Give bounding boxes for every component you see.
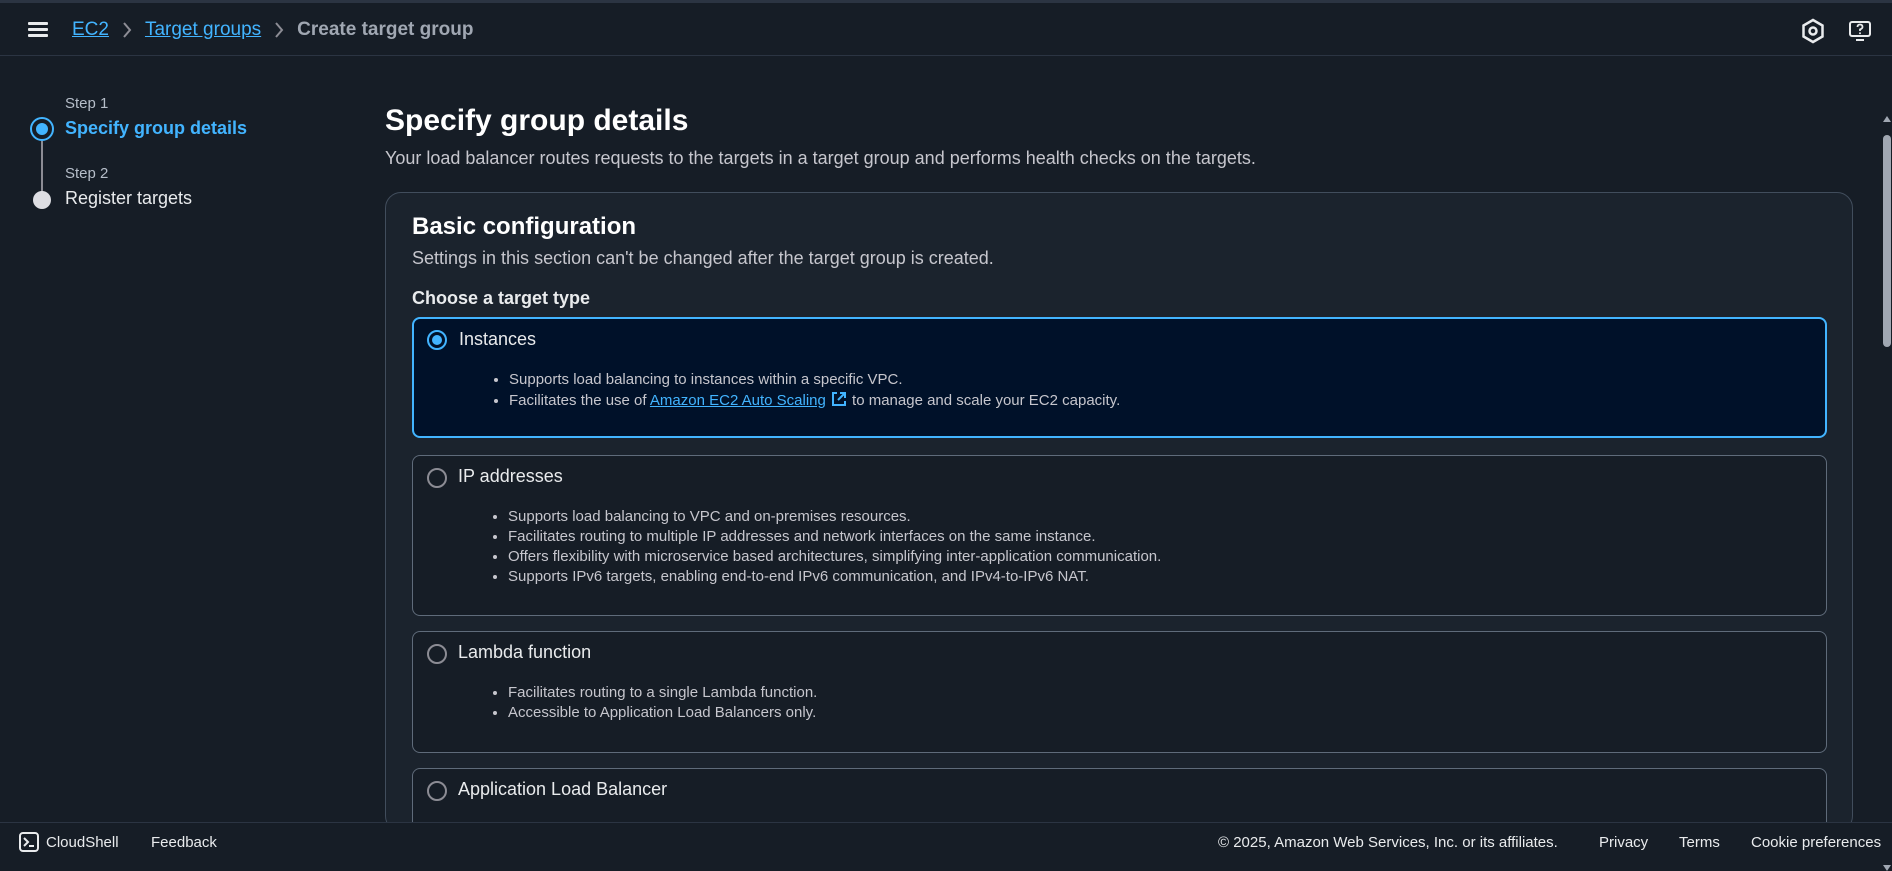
- terms-link[interactable]: Terms: [1679, 834, 1720, 851]
- radio-instances[interactable]: [427, 330, 447, 350]
- tile-title: Lambda function: [458, 642, 592, 662]
- bullet-item: Supports load balancing to instances wit…: [509, 370, 1120, 390]
- cookie-preferences-link[interactable]: Cookie preferences: [1751, 834, 1881, 851]
- tile-bullets: Supports load balancing to VPC and on-pr…: [508, 507, 1161, 587]
- breadcrumb: EC2 Target groups Create target group: [72, 18, 473, 42]
- breadcrumb-current: Create target group: [297, 19, 474, 40]
- tile-bullets: Supports load balancing to instances wit…: [509, 370, 1120, 411]
- help-panel-icon[interactable]: [1848, 18, 1874, 44]
- section-title: Basic configuration: [412, 213, 637, 240]
- step-2-label: Step 2: [65, 165, 109, 182]
- bullet-item: Supports IPv6 targets, enabling end-to-e…: [508, 567, 1161, 587]
- tile-title: Application Load Balancer: [458, 779, 668, 799]
- settings-hexagon-icon[interactable]: [1800, 18, 1826, 44]
- step-1-title[interactable]: Specify group details: [65, 118, 247, 139]
- ec2-auto-scaling-link[interactable]: Amazon EC2 Auto Scaling: [650, 392, 848, 409]
- feedback-button[interactable]: Feedback: [151, 834, 217, 851]
- target-type-label: Choose a target type: [412, 288, 591, 308]
- page-header: Specify group details Your load balancer…: [385, 104, 1855, 169]
- tile-title: IP addresses: [458, 466, 563, 486]
- section-description: Settings in this section can't be change…: [412, 248, 994, 268]
- hamburger-menu-icon[interactable]: [26, 19, 50, 41]
- privacy-link[interactable]: Privacy: [1599, 834, 1648, 851]
- bullet-item: Accessible to Application Load Balancers…: [508, 703, 817, 723]
- scroll-down-icon[interactable]: [1883, 865, 1891, 871]
- step-2-title: Register targets: [65, 188, 193, 208]
- top-navigation-bar: EC2 Target groups Create target group: [0, 0, 1892, 56]
- radio-ip-addresses[interactable]: [427, 468, 447, 488]
- tile-title: Instances: [459, 329, 537, 349]
- step-1-indicator: [30, 117, 54, 141]
- target-type-instances-tile[interactable]: Instances Supports load balancing to ins…: [412, 317, 1827, 438]
- scroll-thumb[interactable]: [1883, 135, 1891, 347]
- copyright-text: © 2025, Amazon Web Services, Inc. or its…: [1218, 834, 1558, 851]
- step-connector: [41, 141, 43, 195]
- tile-bullets: Facilitates routing to a single Lambda f…: [508, 683, 817, 723]
- link-text[interactable]: Amazon EC2 Auto Scaling: [650, 392, 826, 409]
- radio-lambda[interactable]: [427, 644, 447, 664]
- page-scrollbar[interactable]: [1882, 57, 1892, 871]
- bullet-text: to manage and scale your EC2 capacity.: [847, 392, 1121, 409]
- bullet-item: Facilitates the use of Amazon EC2 Auto S…: [509, 390, 1120, 411]
- terminal-icon[interactable]: [19, 832, 39, 852]
- target-type-lambda-tile[interactable]: Lambda function Facilitates routing to a…: [412, 631, 1827, 753]
- step-2-indicator: [33, 191, 51, 209]
- bullet-item: Facilitates routing to a single Lambda f…: [508, 683, 817, 703]
- target-type-ip-addresses-tile[interactable]: IP addresses Supports load balancing to …: [412, 455, 1827, 616]
- bullet-text: Facilitates the use of: [509, 392, 650, 409]
- breadcrumb-ec2[interactable]: EC2: [72, 19, 109, 41]
- scroll-up-icon[interactable]: [1883, 116, 1891, 122]
- basic-configuration-panel: Basic configuration Settings in this sec…: [385, 192, 1853, 848]
- chevron-right-icon: [109, 18, 145, 42]
- bullet-item: Offers flexibility with microservice bas…: [508, 547, 1161, 567]
- step-1-label: Step 1: [65, 95, 109, 112]
- page-title: Specify group details: [385, 104, 689, 137]
- radio-alb[interactable]: [427, 781, 447, 801]
- bullet-item: Supports load balancing to VPC and on-pr…: [508, 507, 1161, 527]
- footer: CloudShell Feedback © 2025, Amazon Web S…: [0, 822, 1892, 860]
- breadcrumb-target-groups[interactable]: Target groups: [145, 19, 261, 41]
- external-link-icon: [830, 390, 848, 408]
- cloudshell-button[interactable]: CloudShell: [46, 834, 119, 851]
- chevron-right-icon: [261, 18, 297, 42]
- page-description: Your load balancer routes requests to th…: [385, 148, 1256, 168]
- bullet-item: Facilitates routing to multiple IP addre…: [508, 527, 1161, 547]
